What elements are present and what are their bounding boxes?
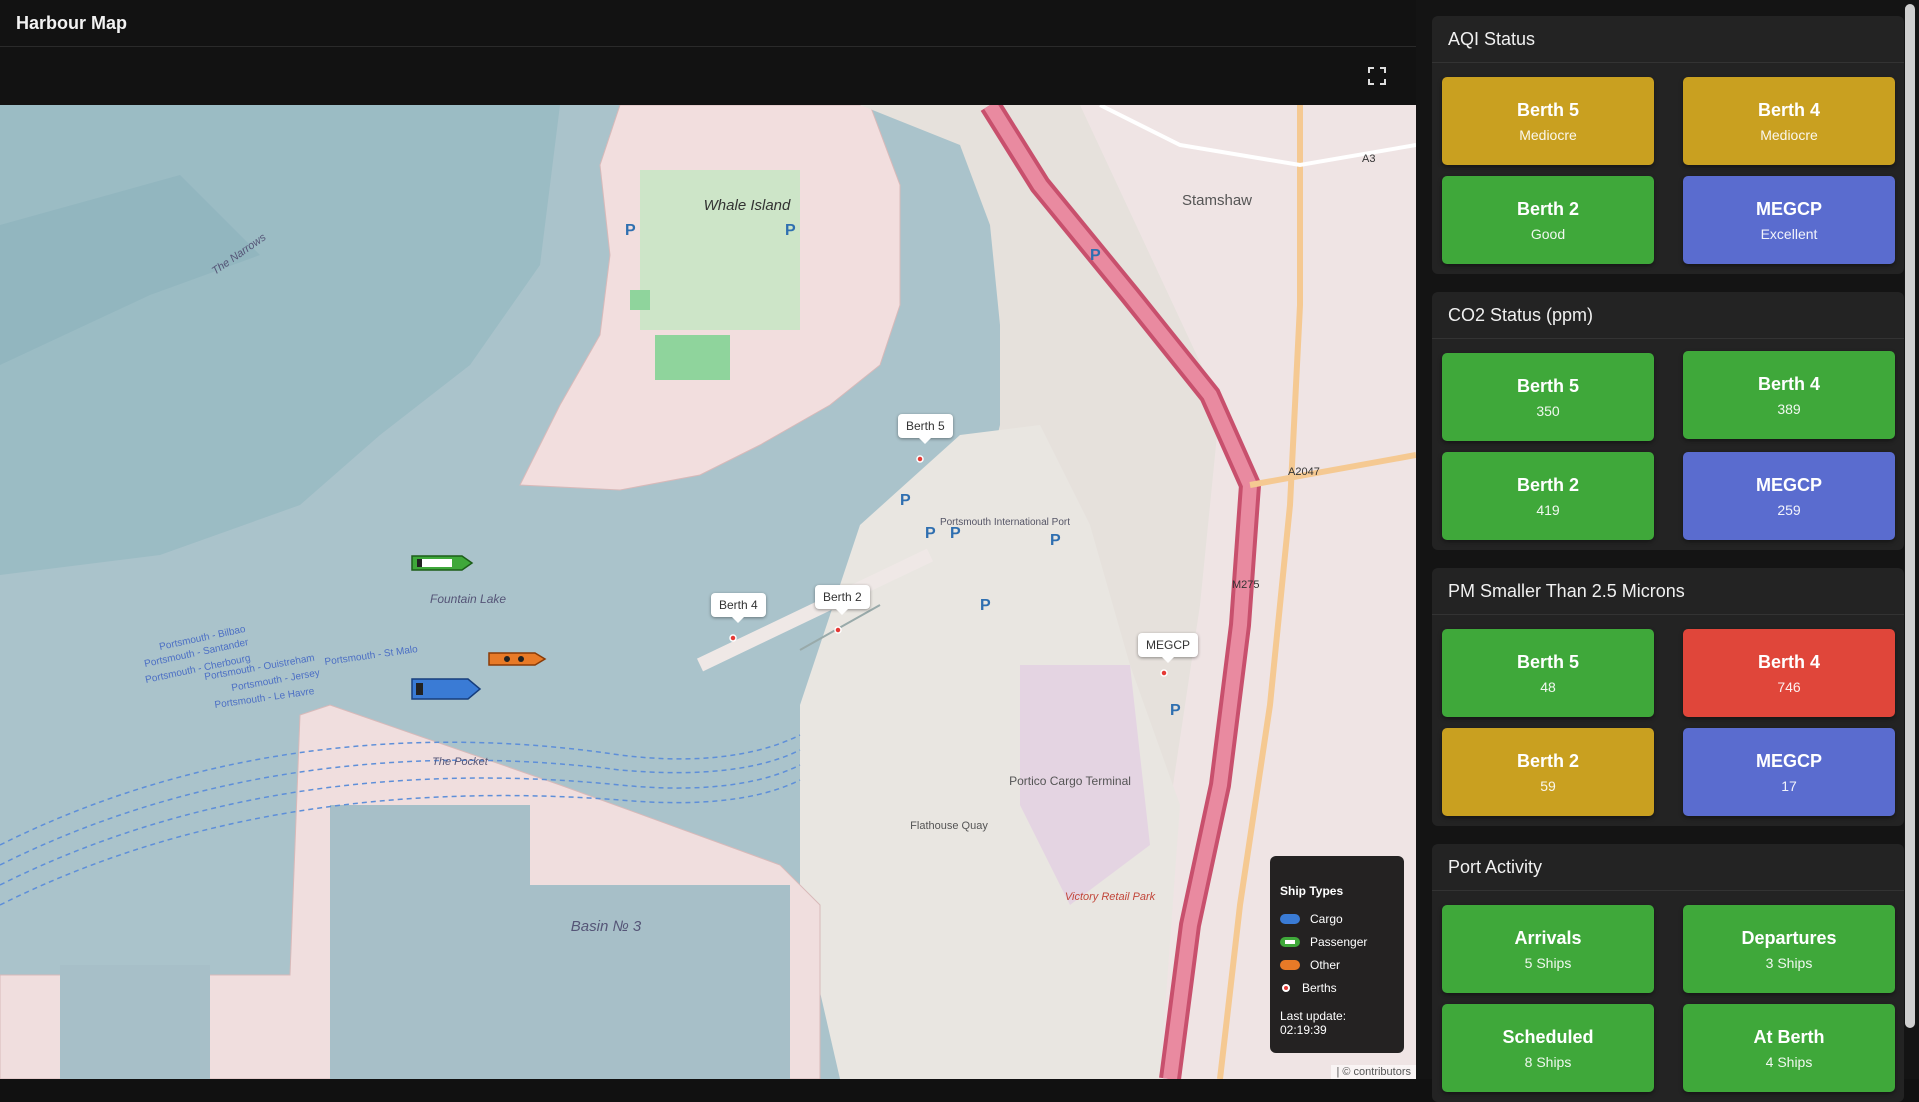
berth-label-megcp[interactable]: MEGCP [1138,633,1199,663]
aqi-tile-megcp[interactable]: MEGCP Excellent [1683,176,1895,264]
port-activity-card: Port Activity Arrivals 5 Ships Departures… [1432,844,1904,1102]
berth-dot-icon [1282,984,1290,992]
co2-tile-megcp[interactable]: MEGCP 259 [1683,452,1895,540]
svg-text:P: P [980,597,991,614]
card-title: PM Smaller Than 2.5 Microns [1432,568,1904,615]
other-swatch-icon [1280,960,1300,970]
map-toolbar [0,47,1416,104]
card-title: AQI Status [1432,16,1904,63]
aqi-status-card: AQI Status Berth 5 Mediocre Berth 4 Medioc… [1432,16,1904,274]
svg-text:P: P [625,222,636,239]
svg-text:A2047: A2047 [1288,466,1320,478]
svg-text:Stamshaw: Stamshaw [1182,192,1252,209]
map-section: Harbour Map P P P P P P P P P Whale Isla… [0,0,1416,1079]
header: Harbour Map [0,0,1416,47]
aqi-tile-berth-2[interactable]: Berth 2 Good [1442,176,1654,264]
harbour-map[interactable]: PPP PPP PPP Whale Island Stamshaw Founta… [0,105,1416,1079]
fullscreen-icon[interactable] [1366,65,1388,87]
passenger-ship-icon[interactable] [410,552,474,574]
pm25-status-card: PM Smaller Than 2.5 Microns Berth 5 48 Be… [1432,568,1904,826]
legend-row-cargo: Cargo [1280,912,1394,926]
whale-island-label: Whale Island [704,197,791,214]
legend-row-other: Other [1280,958,1394,972]
svg-text:P: P [925,525,936,542]
page-scrollbar[interactable] [1905,4,1915,1028]
berth-label-berth-5[interactable]: Berth 5 [898,414,953,444]
card-title: Port Activity [1432,844,1904,891]
other-ship-icon[interactable] [487,650,547,668]
svg-text:Portsmouth International Port: Portsmouth International Port [940,517,1070,528]
svg-text:P: P [1050,532,1061,549]
cargo-ship-icon[interactable] [410,677,482,701]
svg-text:Basin № 3: Basin № 3 [571,918,642,935]
svg-text:Flathouse Quay: Flathouse Quay [910,820,988,832]
pm25-tile-megcp[interactable]: MEGCP 17 [1683,728,1895,816]
activity-tile-departures[interactable]: Departures 3 Ships [1683,905,1895,993]
legend-row-berths: Berths [1280,981,1394,995]
legend-row-passenger: Passenger [1280,935,1394,949]
legend-title: Ship Types [1280,884,1344,898]
map-attribution[interactable]: | © contributors [1331,1065,1416,1079]
co2-tile-berth-5[interactable]: Berth 5 350 [1442,353,1654,441]
berth-label-berth-4[interactable]: Berth 4 [711,593,766,623]
svg-text:Portico Cargo Terminal: Portico Cargo Terminal [1009,774,1131,788]
pm25-tile-berth-4[interactable]: Berth 4 746 [1683,629,1895,717]
card-title: CO2 Status (ppm) [1432,292,1904,339]
map-legend: Ship Types Cargo Passenger Other Berths … [1270,856,1404,1053]
co2-tile-berth-4[interactable]: Berth 4 389 [1683,351,1895,439]
svg-text:P: P [900,492,911,509]
last-update: Last update: 02:19:39 [1280,1009,1347,1037]
berth-label-berth-2[interactable]: Berth 2 [815,585,870,615]
svg-text:Fountain Lake: Fountain Lake [430,592,506,606]
passenger-swatch-icon [1280,937,1300,947]
svg-text:A3: A3 [1362,153,1375,165]
pm25-tile-berth-2[interactable]: Berth 2 59 [1442,728,1654,816]
page-title: Harbour Map [16,12,128,33]
svg-text:Victory Retail Park: Victory Retail Park [1065,891,1156,903]
svg-text:P: P [1170,702,1181,719]
status-sidebar: AQI Status Berth 5 Mediocre Berth 4 Medioc… [1416,0,1919,1102]
pm25-tile-berth-5[interactable]: Berth 5 48 [1442,629,1654,717]
cargo-swatch-icon [1280,914,1300,924]
map-tiles: P PP PPP PPP Whale Island Stamshaw Founta… [0,105,1416,1079]
svg-text:M275: M275 [1232,579,1260,591]
svg-text:P: P [785,222,796,239]
activity-tile-arrivals[interactable]: Arrivals 5 Ships [1442,905,1654,993]
aqi-tile-berth-5[interactable]: Berth 5 Mediocre [1442,77,1654,165]
co2-status-card: CO2 Status (ppm) Berth 5 350 Berth 4 389 B… [1432,292,1904,550]
svg-text:The Pocket: The Pocket [432,756,489,768]
svg-text:P: P [1090,247,1101,264]
co2-tile-berth-2[interactable]: Berth 2 419 [1442,452,1654,540]
aqi-tile-berth-4[interactable]: Berth 4 Mediocre [1683,77,1895,165]
